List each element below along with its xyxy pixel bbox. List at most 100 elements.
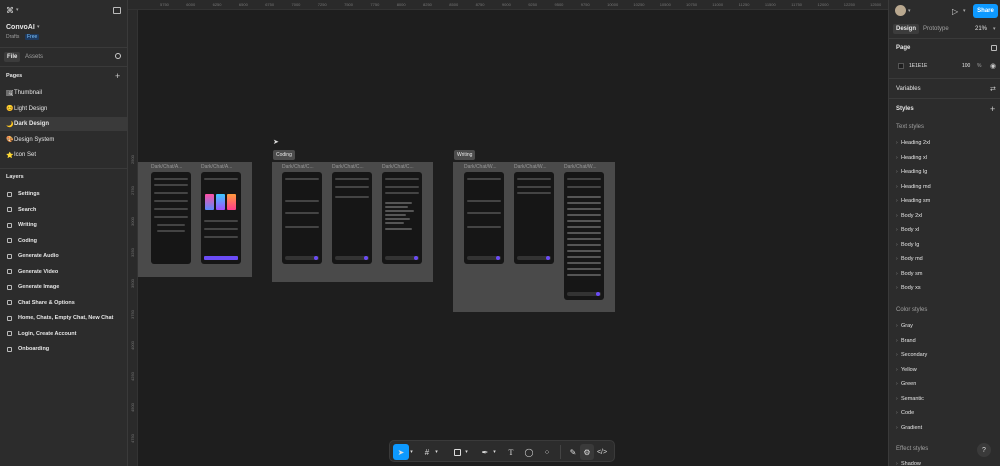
chevron-right-icon[interactable]: ›	[896, 169, 898, 175]
page-settings-icon[interactable]	[991, 45, 997, 51]
style-item[interactable]: › Brand	[889, 334, 1000, 348]
chevron-down-icon[interactable]: ▾	[963, 8, 966, 14]
search-icon[interactable]	[115, 53, 121, 59]
style-item[interactable]: › Heading md	[889, 180, 1000, 194]
style-item[interactable]: › Heading xl	[889, 151, 1000, 165]
chevron-down-icon[interactable]: ▾	[464, 444, 469, 460]
chevron-right-icon[interactable]: ›	[896, 140, 898, 146]
section-label-coding[interactable]: Coding	[273, 150, 295, 160]
move-tool-button[interactable]: ➤	[393, 444, 409, 460]
chevron-right-icon[interactable]: ›	[896, 338, 898, 344]
zoom-level[interactable]: 21%	[975, 26, 987, 32]
page-item[interactable]: 🎨 Design System	[0, 133, 128, 147]
chevron-right-icon[interactable]: ›	[896, 396, 898, 402]
chevron-down-icon[interactable]: ▾	[993, 26, 996, 32]
add-page-icon[interactable]: +	[115, 71, 120, 81]
figma-menu-icon[interactable]: ⌘	[6, 6, 16, 16]
present-icon[interactable]: ▷	[952, 7, 958, 16]
style-item[interactable]: › Code	[889, 406, 1000, 420]
page-color-hex[interactable]: 1E1E1E	[909, 63, 927, 69]
chevron-down-icon[interactable]: ▾	[434, 444, 439, 460]
chevron-down-icon[interactable]: ▾	[492, 444, 497, 460]
style-item[interactable]: › Secondary	[889, 348, 1000, 362]
layer-item[interactable]: Home, Chats, Empty Chat, New Chat	[0, 311, 128, 325]
layer-item[interactable]: Login, Create Account	[0, 327, 128, 341]
shape-tool-button[interactable]	[450, 444, 464, 460]
style-item[interactable]: › Body sm	[889, 267, 1000, 281]
phone-frame[interactable]	[514, 172, 554, 264]
share-button[interactable]: Share	[973, 4, 998, 18]
chevron-down-icon[interactable]: ▾	[16, 7, 19, 13]
style-item[interactable]: › Gray	[889, 319, 1000, 333]
layer-item[interactable]: Writing	[0, 218, 128, 232]
style-item[interactable]: › Heading 2xl	[889, 136, 1000, 150]
phone-frame[interactable]	[564, 172, 604, 300]
tab-assets[interactable]: Assets	[25, 54, 43, 60]
layer-item[interactable]: Search	[0, 203, 128, 217]
chevron-right-icon[interactable]: ›	[896, 184, 898, 190]
chevron-down-icon[interactable]: ▾	[409, 444, 414, 460]
chevron-right-icon[interactable]: ›	[896, 198, 898, 204]
chevron-right-icon[interactable]: ›	[896, 461, 898, 466]
page-item[interactable]: 😊 Light Design	[0, 102, 128, 116]
phone-frame[interactable]	[282, 172, 322, 264]
chevron-right-icon[interactable]: ›	[896, 323, 898, 329]
canvas[interactable]: 5750 6000 6250 6500 6750 7000 7250 7500 7750 8000…	[128, 0, 888, 466]
variables-label[interactable]: Variables	[896, 86, 921, 92]
phone-frame[interactable]	[201, 172, 241, 264]
page-color-swatch[interactable]	[898, 63, 904, 69]
style-item[interactable]: › Yellow	[889, 363, 1000, 377]
chevron-right-icon[interactable]: ›	[896, 256, 898, 262]
style-item[interactable]: › Semantic	[889, 392, 1000, 406]
chevron-right-icon[interactable]: ›	[896, 155, 898, 161]
chevron-right-icon[interactable]: ›	[896, 227, 898, 233]
phone-frame[interactable]	[464, 172, 504, 264]
chevron-right-icon[interactable]: ›	[896, 285, 898, 291]
page-item[interactable]: 🌙 Dark Design	[0, 117, 128, 131]
text-tool-button[interactable]: T	[504, 444, 518, 460]
layer-item[interactable]: Settings	[0, 187, 128, 201]
chevron-right-icon[interactable]: ›	[896, 213, 898, 219]
add-style-icon[interactable]: +	[990, 104, 995, 114]
chevron-right-icon[interactable]: ›	[896, 381, 898, 387]
chevron-right-icon[interactable]: ›	[896, 410, 898, 416]
style-item[interactable]: › Heading sm	[889, 194, 1000, 208]
chevron-right-icon[interactable]: ›	[896, 367, 898, 373]
tab-file[interactable]: File	[4, 52, 21, 62]
frame-tool-button[interactable]: #	[420, 444, 434, 460]
phone-frame[interactable]	[332, 172, 372, 264]
chevron-right-icon[interactable]: ›	[896, 352, 898, 358]
tab-design[interactable]: Design	[893, 24, 920, 34]
toggle-sidebar-icon[interactable]	[113, 7, 121, 14]
chevron-right-icon[interactable]: ›	[896, 271, 898, 277]
layer-item[interactable]: Onboarding	[0, 342, 128, 356]
page-item[interactable]: 🖼 Thumbnail	[0, 86, 128, 100]
page-opacity[interactable]: 100	[962, 63, 970, 69]
actions-button[interactable]: ⁘	[540, 444, 554, 460]
chevron-right-icon[interactable]: ›	[896, 242, 898, 248]
eye-icon[interactable]: ◉	[990, 62, 996, 70]
section-label-writing[interactable]: Writing	[454, 150, 476, 160]
phone-frame[interactable]	[151, 172, 191, 264]
design-mode-button[interactable]: ⚙	[580, 444, 594, 460]
chevron-down-icon[interactable]: ▾	[908, 8, 911, 14]
chevron-right-icon[interactable]: ›	[896, 425, 898, 431]
draw-mode-button[interactable]: ✎	[566, 444, 580, 460]
layer-item[interactable]: Chat Share & Options	[0, 296, 128, 310]
style-item[interactable]: › Green	[889, 377, 1000, 391]
variables-icon[interactable]: ⇄	[990, 85, 996, 93]
dev-mode-button[interactable]: </>	[595, 444, 609, 460]
page-item[interactable]: ⭐ Icon Set	[0, 148, 128, 162]
comment-tool-button[interactable]: ◯	[522, 444, 536, 460]
style-item[interactable]: › Body xs	[889, 281, 1000, 295]
style-item[interactable]: › Body 2xl	[889, 209, 1000, 223]
style-item[interactable]: › Gradient	[889, 421, 1000, 435]
style-item[interactable]: › Body md	[889, 252, 1000, 266]
style-item[interactable]: › Heading lg	[889, 165, 1000, 179]
style-item[interactable]: › Body lg	[889, 238, 1000, 252]
layer-item[interactable]: Generate Video	[0, 265, 128, 279]
avatar[interactable]	[895, 5, 906, 16]
style-item[interactable]: › Body xl	[889, 223, 1000, 237]
layer-item[interactable]: Generate Audio	[0, 249, 128, 263]
phone-frame[interactable]	[382, 172, 422, 264]
